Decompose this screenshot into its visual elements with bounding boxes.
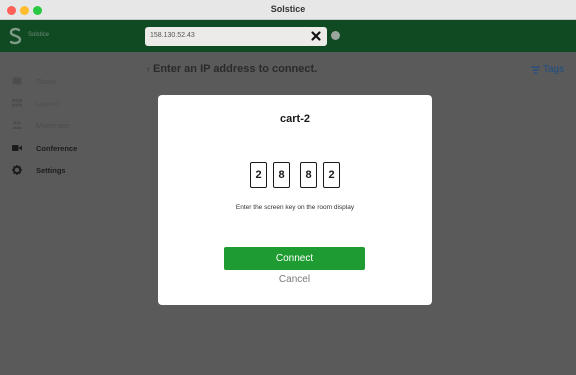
sidebar-item-moderator[interactable]: Moderator bbox=[12, 118, 70, 132]
gear-icon bbox=[12, 165, 22, 175]
screen-key-input[interactable]: 2 8 8 2 bbox=[158, 162, 432, 188]
title-bar: Solstice bbox=[0, 0, 576, 20]
solstice-logo-icon bbox=[9, 27, 22, 45]
ip-address-value: 158.130.52.43 bbox=[150, 32, 195, 39]
dialog-title: cart-2 bbox=[280, 113, 310, 125]
key-digit-box[interactable]: 8 bbox=[273, 162, 290, 188]
sidebar-item-label: Settings bbox=[36, 165, 66, 175]
connect-button[interactable]: Connect bbox=[224, 247, 365, 270]
sidebar-item-label: Conference bbox=[36, 143, 78, 153]
tags-button[interactable]: Tags bbox=[531, 64, 564, 75]
sidebar-item-label: Moderator bbox=[36, 120, 71, 130]
cancel-button[interactable]: Cancel bbox=[224, 274, 365, 288]
logo-text: Solstice bbox=[28, 32, 50, 38]
sidebar-item-share[interactable]: Share bbox=[12, 74, 56, 88]
sidebar-item-layout[interactable]: Layout bbox=[12, 96, 59, 110]
ip-address-input[interactable]: 158.130.52.43 bbox=[145, 27, 327, 46]
arrow-up-icon: ↑ bbox=[146, 65, 150, 74]
key-digit-box[interactable]: 8 bbox=[300, 162, 317, 188]
dialog-instruction: Enter the screen key on the room display bbox=[235, 204, 355, 211]
sidebar-item-conference[interactable]: Conference bbox=[12, 141, 77, 155]
status-dot bbox=[331, 31, 340, 40]
connect-hint: ↑ Enter an IP address to connect. bbox=[146, 63, 317, 75]
filter-icon bbox=[531, 65, 540, 74]
key-digit-box[interactable]: 2 bbox=[323, 162, 340, 188]
key-digit-box[interactable]: 2 bbox=[250, 162, 267, 188]
sidebar-item-label: Layout bbox=[36, 98, 59, 108]
sidebar-item-settings[interactable]: Settings bbox=[12, 163, 66, 177]
screen-key-dialog: cart-2 2 8 8 2 Enter the screen key on t… bbox=[158, 95, 432, 305]
video-icon bbox=[12, 144, 22, 153]
share-icon bbox=[12, 77, 22, 86]
tags-label: Tags bbox=[543, 64, 565, 75]
connect-hint-text: Enter an IP address to connect. bbox=[153, 63, 318, 75]
sidebar: Share Layout Moderator Conference Settin… bbox=[0, 52, 130, 375]
people-icon bbox=[12, 121, 22, 130]
close-icon[interactable] bbox=[309, 29, 323, 43]
sidebar-item-label: Share bbox=[36, 76, 57, 86]
window-title: Solstice bbox=[270, 4, 306, 14]
grid-icon bbox=[12, 99, 22, 108]
